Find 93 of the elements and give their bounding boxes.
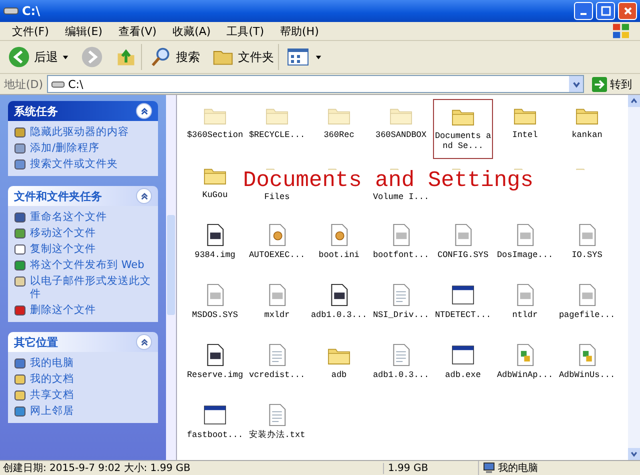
file-name: 9384.img: [194, 250, 236, 260]
file-name: adb.exe: [444, 370, 482, 380]
collapse-button[interactable]: [136, 334, 152, 350]
caret-icon: [62, 54, 69, 60]
menu-item[interactable]: 查看(V): [110, 24, 165, 38]
window-title: C:\: [22, 4, 40, 18]
windows-logo-icon: [612, 23, 630, 39]
file-name: bootfont...: [372, 250, 430, 260]
file-name: $360Section: [186, 130, 244, 140]
scrollbar-thumb[interactable]: [167, 215, 175, 315]
file-name: NTDETECT...: [434, 310, 492, 320]
double-chevron-up-icon: [140, 192, 148, 200]
file-name: KuGou: [201, 190, 229, 200]
task-link[interactable]: 以电子邮件形式发送此文件: [30, 275, 152, 301]
file-name: MSDOS.SYS: [191, 310, 239, 320]
menu-item[interactable]: 文件(F): [4, 24, 57, 38]
file-name: adb1.0.3...: [372, 370, 430, 380]
close-button[interactable]: [618, 2, 637, 20]
menu-item[interactable]: 编辑(E): [56, 24, 110, 38]
scroll-up-button[interactable]: [628, 95, 640, 107]
task-link[interactable]: 复制这个文件: [30, 243, 96, 256]
dropdown-button[interactable]: [569, 76, 583, 92]
task-link[interactable]: 网上邻居: [30, 405, 74, 418]
file-name: IO.SYS: [570, 250, 604, 260]
task-link[interactable]: 添加/删除程序: [30, 142, 100, 155]
caret-icon: [315, 54, 322, 60]
file-name: Intel: [511, 130, 539, 140]
file-name: $RECYCLE...: [248, 130, 306, 140]
file-name: adb1.0.3...: [310, 310, 368, 320]
task-link[interactable]: 删除这个文件: [30, 304, 96, 317]
file-name: AdbWinUs...: [558, 370, 616, 380]
file-name: vcredist...: [248, 370, 306, 380]
task-link[interactable]: 搜索文件或文件夹: [30, 158, 118, 171]
panel-header[interactable]: 系统任务: [8, 101, 158, 121]
file-name: 360SANDBOX: [374, 130, 428, 140]
status-size: 1.99 GB: [383, 462, 478, 474]
back-button[interactable]: 后退: [4, 44, 73, 70]
file-name: Documents and Se...: [434, 131, 492, 151]
file-name: Files: [263, 192, 291, 202]
panel-header[interactable]: 其它位置: [8, 332, 158, 352]
address-label: 地址(D): [4, 76, 44, 92]
file-name: AdbWinAp...: [496, 370, 554, 380]
address-field[interactable]: C:\: [47, 75, 584, 93]
file-name: mxldr: [263, 310, 291, 320]
task-link[interactable]: 共享文档: [30, 389, 74, 402]
minimize-icon: [580, 13, 587, 15]
status-info: 创建日期: 2015-9-7 9:02 大小: 1.99 GB: [2, 462, 192, 475]
file-name: AUTOEXEC...: [248, 250, 306, 260]
panel-title: 系统任务: [14, 104, 59, 118]
file-name: boot.ini: [318, 250, 360, 260]
file-name: fastboot...: [186, 430, 244, 440]
file-name: Volume I...: [372, 192, 430, 202]
views-icon: [287, 47, 311, 67]
double-chevron-up-icon: [140, 106, 148, 116]
file-name: CONFIG.SYS: [436, 250, 490, 260]
annotation-text: Documents and Settings: [243, 171, 534, 191]
chevron-up-icon: [630, 97, 638, 105]
panel-title: 其它位置: [14, 334, 59, 350]
minimize-button[interactable]: [574, 2, 593, 20]
folders-button[interactable]: 文件夹: [208, 44, 279, 70]
file-name: Reserve.img: [186, 370, 244, 380]
search-button[interactable]: 搜索: [146, 44, 204, 70]
file-name: 360Rec: [322, 130, 356, 140]
task-link[interactable]: 我的电脑: [30, 357, 74, 370]
file-name: DosImage...: [496, 250, 554, 260]
file-name: adb: [330, 370, 348, 380]
panel-header[interactable]: 文件和文件夹任务: [8, 186, 158, 206]
file-name: ntldr: [511, 310, 539, 320]
file-name: kankan: [570, 130, 604, 140]
go-button[interactable]: 转到: [588, 76, 636, 92]
menu-item[interactable]: 帮助(H): [272, 24, 327, 38]
panel-title: 文件和文件夹任务: [14, 188, 103, 204]
status-location: 我的电脑: [498, 462, 538, 475]
file-name: 安装办法.txt: [248, 430, 306, 440]
menu-item[interactable]: 工具(T): [218, 24, 272, 38]
collapse-button[interactable]: [136, 188, 152, 204]
chevron-down-icon: [630, 450, 638, 458]
double-chevron-up-icon: [140, 338, 148, 346]
file-name: NSI_Driv...: [372, 310, 430, 320]
task-link[interactable]: 隐藏此驱动器的内容: [30, 126, 129, 139]
chevron-down-icon: [572, 80, 580, 88]
arrow-right-icon: [592, 76, 607, 92]
maximize-button[interactable]: [596, 2, 615, 20]
file-name: pagefile...: [558, 310, 616, 320]
task-link[interactable]: 移动这个文件: [30, 227, 96, 240]
close-icon: [622, 6, 632, 16]
collapse-button[interactable]: [136, 103, 152, 119]
menu-item[interactable]: 收藏(A): [164, 24, 219, 38]
task-link[interactable]: 我的文档: [30, 373, 74, 386]
task-link[interactable]: 将这个文件发布到 Web: [30, 259, 144, 272]
task-link[interactable]: 重命名这个文件: [30, 211, 107, 224]
maximize-icon: [600, 6, 610, 16]
scroll-down-button[interactable]: [628, 448, 640, 460]
